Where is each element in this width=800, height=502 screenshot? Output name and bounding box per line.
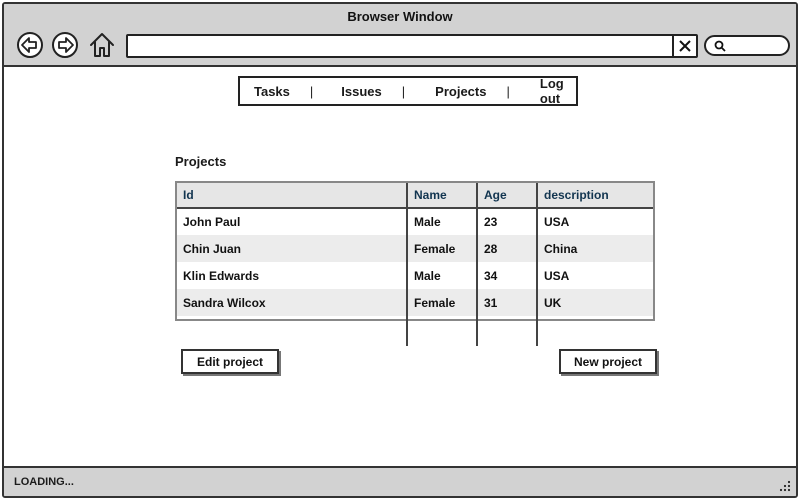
column-header-id[interactable]: Id: [177, 183, 408, 209]
status-text: LOADING...: [14, 476, 74, 488]
column-header-name[interactable]: Name: [407, 183, 478, 209]
column-header-age[interactable]: Age: [477, 183, 538, 209]
cell-age: 28: [477, 235, 538, 262]
search-icon: [714, 40, 726, 52]
cell-id: Chin Juan: [177, 235, 408, 262]
cell-name: Male: [407, 262, 478, 289]
empty-cell: [477, 316, 538, 346]
empty-cell: [537, 316, 653, 346]
home-icon: [90, 33, 114, 57]
column-header-description[interactable]: description: [537, 183, 653, 209]
projects-table: Id Name Age description John Paul Male 2…: [175, 181, 655, 346]
close-icon: [679, 40, 691, 52]
table-row[interactable]: Sandra Wilcox Female 31 UK: [177, 289, 653, 316]
back-button[interactable]: [16, 31, 44, 59]
edit-project-button[interactable]: Edit project: [181, 349, 279, 374]
resize-grip-icon[interactable]: [778, 479, 792, 493]
cell-id: Sandra Wilcox: [177, 289, 408, 316]
new-project-button[interactable]: New project: [559, 349, 657, 374]
forward-button[interactable]: [51, 31, 79, 59]
window-title: Browser Window: [347, 9, 453, 24]
menu-item-issues[interactable]: Issues: [341, 84, 381, 99]
browser-chrome: Browser Window: [4, 4, 796, 67]
status-bar: LOADING...: [4, 466, 796, 496]
table-row[interactable]: Chin Juan Female 28 China: [177, 235, 653, 262]
menu-separator: |: [506, 83, 510, 99]
cell-name: Female: [407, 235, 478, 262]
cell-age: 23: [477, 208, 538, 235]
menu-item-tasks[interactable]: Tasks: [254, 84, 290, 99]
back-arrow-icon: [17, 32, 43, 58]
projects-heading: Projects: [175, 154, 227, 169]
empty-cell: [407, 316, 478, 346]
home-button[interactable]: [88, 31, 116, 59]
forward-arrow-icon: [52, 32, 78, 58]
main-menu: Tasks | Issues | Projects | Log out: [238, 76, 578, 106]
menu-item-projects[interactable]: Projects: [435, 84, 486, 99]
browser-window: Browser Window Tasks | Issues | Projects…: [2, 2, 798, 498]
table-row[interactable]: John Paul Male 23 USA: [177, 208, 653, 235]
cell-age: 34: [477, 262, 538, 289]
table-empty-row: [177, 316, 653, 346]
cell-description: China: [537, 235, 653, 262]
menu-item-logout[interactable]: Log out: [540, 76, 564, 106]
clear-address-button[interactable]: [672, 36, 696, 56]
table-row[interactable]: Klin Edwards Male 34 USA: [177, 262, 653, 289]
table-header-row: Id Name Age description: [177, 183, 653, 209]
cell-age: 31: [477, 289, 538, 316]
cell-name: Female: [407, 289, 478, 316]
cell-name: Male: [407, 208, 478, 235]
cell-id: John Paul: [177, 208, 408, 235]
menu-separator: |: [401, 83, 406, 99]
cell-id: Klin Edwards: [177, 262, 408, 289]
cell-description: USA: [544, 268, 570, 283]
search-input[interactable]: [704, 35, 790, 56]
address-bar[interactable]: [126, 34, 698, 58]
cell-description: USA: [544, 215, 570, 229]
cell-description: UK: [537, 289, 653, 316]
empty-cell: [177, 316, 408, 346]
menu-separator: |: [309, 83, 314, 99]
